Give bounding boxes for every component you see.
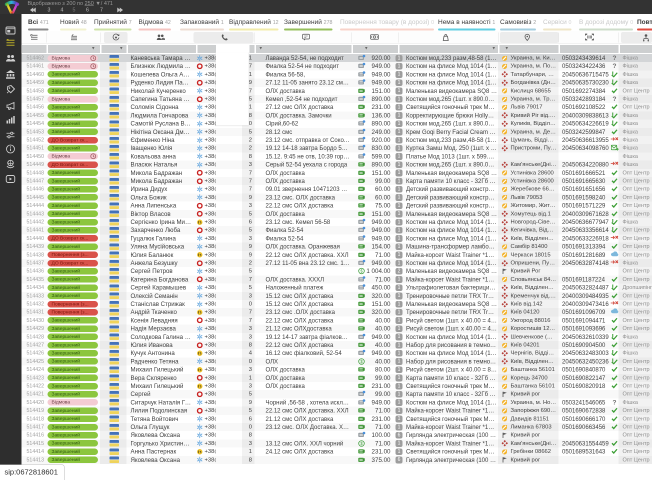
svg-text:$: $ <box>360 441 363 446</box>
svg-text:$: $ <box>360 269 363 274</box>
svg-text:$: $ <box>360 359 363 364</box>
